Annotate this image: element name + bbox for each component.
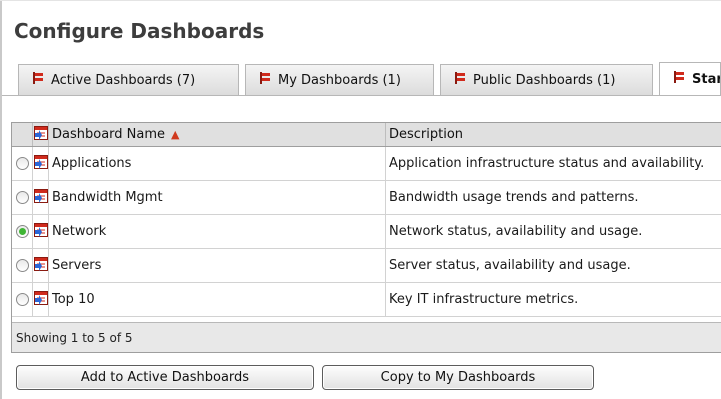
table-row[interactable]: Network Network status, availability and…	[12, 215, 721, 249]
dashboard-flag-icon	[260, 72, 270, 88]
tab-my-dashboards[interactable]: My Dashboards (1)	[245, 64, 434, 95]
dashboard-icon	[33, 188, 48, 207]
sort-ascending-icon[interactable]: ▲	[171, 128, 179, 141]
row-radio[interactable]	[15, 259, 29, 272]
page-title: Configure Dashboards	[14, 19, 265, 43]
tab-label: Star	[692, 71, 721, 87]
icon-cell	[33, 147, 49, 180]
table-row[interactable]: Servers Server status, availability and …	[12, 249, 721, 283]
select-cell	[12, 249, 33, 282]
dashboard-icon	[33, 222, 48, 241]
row-radio[interactable]	[15, 157, 29, 170]
dashboard-name: Applications	[49, 147, 386, 180]
tab-label: Public Dashboards (1)	[473, 72, 616, 88]
copy-to-my-dashboards-button[interactable]: Copy to My Dashboards	[322, 365, 594, 390]
tab-public-dashboards[interactable]: Public Dashboards (1)	[440, 64, 653, 95]
row-radio-selected[interactable]	[15, 225, 29, 238]
tab-divider	[2, 95, 721, 96]
select-cell	[12, 181, 33, 214]
dashboard-description: Key IT infrastructure metrics.	[389, 292, 579, 307]
dashboard-flag-icon	[674, 71, 684, 87]
tab-active-dashboards[interactable]: Active Dashboards (7)	[18, 64, 239, 95]
dashboard-icon	[33, 125, 48, 144]
left-border	[0, 0, 2, 399]
icon-cell	[33, 181, 49, 214]
column-header-label: Dashboard Name	[52, 127, 166, 142]
row-radio[interactable]	[15, 191, 29, 204]
dashboard-description: Application infrastructure status and av…	[389, 156, 705, 171]
dashboard-name: Network	[49, 215, 386, 248]
dashboard-name: Top 10	[49, 283, 386, 316]
row-radio[interactable]	[15, 293, 29, 306]
tab-label: My Dashboards (1)	[278, 72, 401, 88]
dashboard-flag-icon	[455, 72, 465, 88]
icon-cell	[33, 249, 49, 282]
select-cell	[12, 215, 33, 248]
dashboard-icon	[33, 290, 48, 309]
column-header-description[interactable]: Description	[386, 123, 721, 146]
grid-footer-status: Showing 1 to 5 of 5	[12, 322, 721, 352]
dashboard-icon	[33, 154, 48, 173]
column-header-label: Description	[389, 127, 464, 142]
dashboard-description: Network status, availability and usage.	[389, 224, 643, 239]
tab-starred-dashboards[interactable]: Star	[659, 62, 721, 95]
dashboard-name: Servers	[49, 249, 386, 282]
dashboard-icon	[33, 256, 48, 275]
dashboard-description: Server status, availability and usage.	[389, 258, 631, 273]
select-cell	[12, 283, 33, 316]
add-to-active-dashboards-button[interactable]: Add to Active Dashboards	[16, 365, 314, 390]
top-border	[0, 0, 721, 1]
radio-selected-dot	[18, 228, 26, 235]
select-cell	[12, 147, 33, 180]
icon-cell	[33, 283, 49, 316]
table-row[interactable]: Top 10 Key IT infrastructure metrics.	[12, 283, 721, 317]
header-icon-cell	[33, 123, 49, 146]
column-header-name[interactable]: Dashboard Name ▲	[49, 123, 386, 146]
header-select-cell	[12, 123, 33, 146]
icon-cell	[33, 215, 49, 248]
dashboard-name: Bandwidth Mgmt	[49, 181, 386, 214]
dashboards-grid: Dashboard Name ▲ Description Application…	[11, 122, 721, 353]
dashboard-description: Bandwidth usage trends and patterns.	[389, 190, 639, 205]
tab-label: Active Dashboards (7)	[51, 72, 196, 88]
table-row[interactable]: Applications Application infrastructure …	[12, 147, 721, 181]
table-row[interactable]: Bandwidth Mgmt Bandwidth usage trends an…	[12, 181, 721, 215]
dashboard-flag-icon	[33, 72, 43, 88]
grid-header: Dashboard Name ▲ Description	[12, 123, 721, 147]
